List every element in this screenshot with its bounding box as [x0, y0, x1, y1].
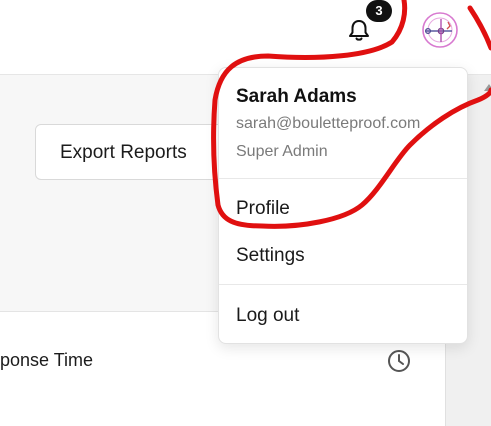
export-reports-button[interactable]: Export Reports: [35, 124, 245, 180]
app-page: 3 Export Reports ponse Time Sarah Adams …: [0, 0, 491, 426]
bell-icon: [349, 20, 369, 41]
menu-divider: [219, 178, 467, 179]
response-time-card-title: ponse Time: [0, 350, 94, 370]
scroll-up-arrow-icon[interactable]: [484, 84, 491, 91]
user-name: Sarah Adams: [236, 86, 357, 107]
menu-item-logout[interactable]: Log out: [219, 294, 467, 338]
menu-item-profile[interactable]: Profile: [219, 187, 467, 231]
user-avatar-icon: [422, 12, 458, 48]
clock-icon: [388, 350, 410, 372]
user-avatar-button[interactable]: [420, 10, 460, 50]
user-role: Super Admin: [236, 143, 328, 160]
menu-item-settings[interactable]: Settings: [219, 234, 467, 278]
notification-count-badge: 3: [366, 0, 392, 22]
menu-divider: [219, 284, 467, 285]
user-email: sarah@bouletteproof.com: [236, 115, 421, 132]
user-menu-dropdown: Sarah Adams sarah@bouletteproof.com Supe…: [218, 67, 468, 344]
top-header: 3: [0, 0, 491, 74]
